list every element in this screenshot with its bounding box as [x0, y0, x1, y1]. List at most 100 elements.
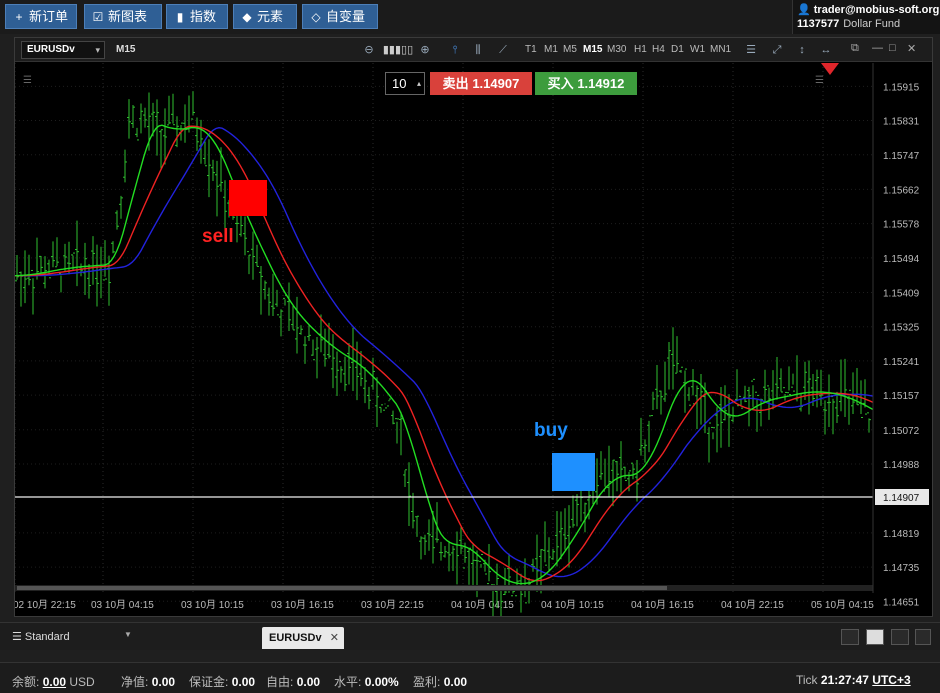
plus-icon: +: [15, 10, 23, 24]
zoom-slider[interactable]: ▮▮▮▯▯: [378, 41, 418, 59]
timeframe-m5[interactable]: M5: [563, 44, 577, 55]
buy-marker: [552, 453, 595, 491]
free-value: 0.00: [296, 675, 321, 689]
ma-mid-line: [15, 125, 874, 582]
tab-eurusdv[interactable]: EURUSDv ✕: [262, 627, 344, 649]
profile-name: Standard: [24, 631, 70, 643]
free-label: 自由:: [266, 675, 294, 689]
x-tick-label: 04 10月 16:15: [631, 599, 694, 611]
x-tick-label: 03 10月 22:15: [361, 599, 424, 611]
price-chart[interactable]: 1.15915 1.15831 1.15747 1.15662 1.15578 1.154…: [15, 63, 932, 616]
timeframe-m30[interactable]: M30: [607, 44, 626, 55]
y-tick-label: 1.14735: [883, 563, 920, 574]
current-timeframe: M15: [116, 44, 136, 55]
draw-trendline-icon[interactable]: ⤢: [769, 41, 785, 59]
sell-button[interactable]: 卖出 1.14907: [430, 72, 532, 95]
timeframe-h4[interactable]: H4: [652, 44, 665, 55]
chart-toolbar: EURUSDv ▾ M15 ⊖ ▮▮▮▯▯ ⊕ ⫯ ⫼ ⟋ T1 M1 M5 M1…: [15, 38, 932, 62]
shapes-icon: ◆: [242, 10, 252, 24]
account-panel[interactable]: 👤 trader@mobius-soft.org 1137577 Dollar F…: [792, 0, 940, 34]
chart-settings-icon[interactable]: ☰: [743, 41, 759, 59]
y-tick-label: 1.15494: [883, 254, 920, 265]
account-user: 👤 trader@mobius-soft.org: [797, 3, 939, 16]
lot-size-input[interactable]: 10 ▴: [385, 72, 425, 95]
equity: 净值: 0.00: [121, 673, 175, 690]
server-time: 21:27:47: [820, 673, 869, 687]
account-id-row: 1137577 Dollar Fund: [797, 18, 900, 30]
user-icon: 👤: [797, 4, 811, 16]
diamond-icon: ◇: [311, 10, 321, 24]
ma-slow-line: [15, 126, 874, 578]
zoom-in-icon[interactable]: ⊕: [418, 41, 432, 59]
close-tab-icon[interactable]: ✕: [330, 627, 339, 649]
y-tick-label: 1.14651: [883, 597, 920, 608]
x-tick-label: 04 10月 10:15: [541, 599, 604, 611]
popout-icon[interactable]: ⧉: [851, 42, 859, 55]
elements-button[interactable]: ◆ 元素: [233, 4, 297, 29]
equity-label: 净值:: [121, 675, 149, 689]
balance: 余额: 0.00 USD: [12, 673, 95, 690]
vertical-scale-icon[interactable]: ↕: [794, 41, 810, 59]
layout-grid-icon[interactable]: [866, 629, 884, 645]
y-tick-label: 1.14988: [883, 460, 920, 471]
x-tick-label: 03 10月 10:15: [181, 599, 244, 611]
margin-level: 水平: 0.00%: [334, 673, 399, 690]
symbol-value: EURUSDv: [27, 44, 75, 55]
x-tick-label: 02 10月 22:15: [15, 599, 76, 611]
lot-value: 10: [392, 76, 407, 91]
layout-single-icon[interactable]: [841, 629, 859, 645]
stepper-icon: ▴: [416, 79, 421, 88]
timeframe-m1[interactable]: M1: [544, 44, 558, 55]
profile-select[interactable]: ☰ Standard ▼: [12, 630, 132, 643]
balance-value: 0.00: [42, 675, 67, 689]
panel-menu-icon: ☰: [815, 75, 824, 86]
x-tick-label: 03 10月 04:15: [91, 599, 154, 611]
new-chart-button[interactable]: ☑ 新图表: [84, 4, 162, 29]
chevron-down-icon: ▾: [95, 45, 100, 55]
elements-label: 元素: [257, 9, 284, 24]
candles-icon[interactable]: ⫼: [471, 41, 485, 59]
timeframe-mn1[interactable]: MN1: [710, 44, 731, 55]
level-label: 水平:: [334, 675, 362, 689]
horizontal-scale-icon[interactable]: ↔: [818, 41, 834, 59]
chart-window: EURUSDv ▾ M15 ⊖ ▮▮▮▯▯ ⊕ ⫯ ⫼ ⟋ T1 M1 M5 M1…: [14, 37, 933, 617]
trading-terminal: + 新订单 ☑ 新图表 ▮ 指数 ◆ 元素 ◇ 自变量 👤 trader@mobius-s…: [0, 0, 940, 693]
timeframe-d1[interactable]: D1: [671, 44, 684, 55]
margin-value: 0.00: [231, 675, 256, 689]
timezone[interactable]: UTC+3: [872, 673, 910, 687]
sell-price: 1.14907: [472, 76, 520, 91]
tick-label: Tick: [796, 673, 818, 687]
timeframe-t1[interactable]: T1: [525, 44, 537, 55]
y-tick-label: 1.15409: [883, 288, 920, 299]
variables-button[interactable]: ◇ 自变量: [302, 4, 378, 29]
zoom-out-icon[interactable]: ⊖: [362, 41, 376, 59]
layout-columns-icon[interactable]: [891, 629, 909, 645]
chart-svg: 1.15915 1.15831 1.15747 1.15662 1.15578 1.154…: [15, 63, 929, 616]
buy-price: 1.14912: [577, 76, 625, 91]
account-fund: Dollar Fund: [843, 18, 901, 30]
buy-annotation: buy: [534, 420, 568, 441]
line-chart-icon[interactable]: ⟋: [496, 41, 510, 59]
x-tick-label: 03 10月 16:15: [271, 599, 334, 611]
timeframe-m15[interactable]: M15: [583, 44, 602, 55]
sell-annotation: sell: [202, 226, 234, 247]
timeframe-h1[interactable]: H1: [634, 44, 647, 55]
layout-rows-icon[interactable]: [915, 629, 931, 645]
y-tick-label: 1.15915: [883, 82, 920, 93]
ma-fast-line: [15, 124, 874, 585]
maximize-icon[interactable]: □: [889, 42, 896, 54]
indicators-button[interactable]: ▮ 指数: [166, 4, 228, 29]
balance-label: 余额:: [12, 675, 40, 689]
tick-time: Tick 21:27:47 UTC+3: [796, 673, 911, 687]
sell-marker: [229, 180, 267, 216]
close-icon[interactable]: ✕: [907, 42, 916, 55]
tab-label: EURUSDv: [269, 632, 322, 644]
symbol-select[interactable]: EURUSDv ▾: [21, 41, 105, 59]
buy-button[interactable]: 买入 1.14912: [535, 72, 637, 95]
new-order-button[interactable]: + 新订单: [5, 4, 77, 29]
timeframe-w1[interactable]: W1: [690, 44, 705, 55]
y-tick-label: 1.15578: [883, 220, 920, 231]
crosshair-icon[interactable]: ⫯: [448, 41, 462, 59]
margin-label: 保证金:: [189, 675, 229, 689]
minimize-icon[interactable]: —: [872, 42, 883, 54]
